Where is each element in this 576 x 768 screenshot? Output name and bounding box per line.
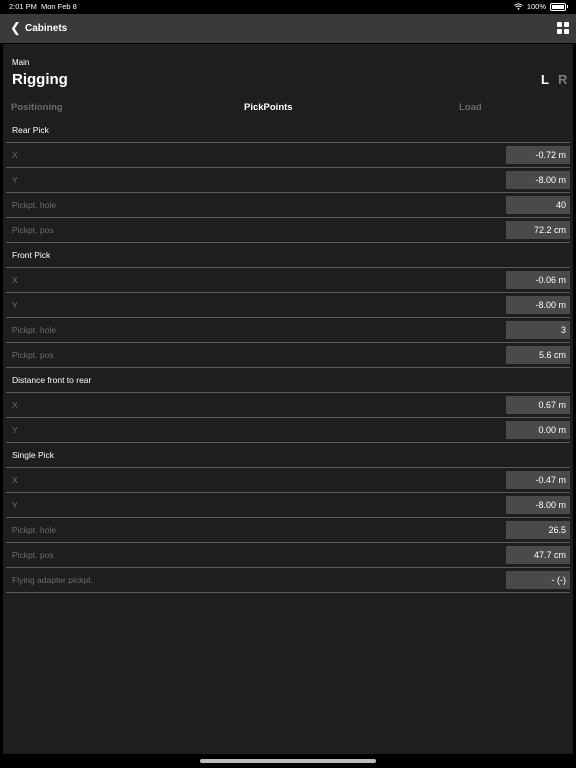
home-indicator <box>200 759 376 763</box>
row-label: Pickpt. hole <box>12 325 56 335</box>
tab-pickpoints[interactable]: PickPoints <box>244 102 293 113</box>
battery-percent: 100% <box>526 2 546 11</box>
status-date: Mon Feb 8 <box>41 2 77 11</box>
group-header-front-pick: Front Pick <box>6 243 570 268</box>
row-value[interactable]: 40 <box>506 196 570 214</box>
row-label: Y <box>12 500 18 510</box>
row-label: Flying adapter pickpt. <box>12 575 93 585</box>
tab-positioning[interactable]: Positioning <box>11 102 63 113</box>
group-header-rear-pick: Rear Pick <box>6 118 570 143</box>
pickpoints-list: Rear Pick X -0.72 m Y -8.00 m Pickpt. ho… <box>6 118 570 593</box>
row-label: Pickpt. pos <box>12 225 54 235</box>
row-label: X <box>12 400 18 410</box>
row-value[interactable]: -0.06 m <box>506 271 570 289</box>
status-time: 2:01 PM <box>9 2 37 11</box>
list-item: Pickpt. pos 5.6 cm <box>6 343 570 368</box>
row-value[interactable]: -0.47 m <box>506 471 570 489</box>
list-item: Pickpt. pos 47.7 cm <box>6 543 570 568</box>
list-item: Y -8.00 m <box>6 493 570 518</box>
list-item: Pickpt. pos 72.2 cm <box>6 218 570 243</box>
row-label: Pickpt. pos <box>12 350 54 360</box>
list-item: Y 0.00 m <box>6 418 570 443</box>
main-panel: Main Rigging L R Positioning PickPoints … <box>3 44 573 754</box>
row-label: Pickpt. hole <box>12 200 56 210</box>
list-item: X -0.72 m <box>6 143 570 168</box>
row-value[interactable]: 3 <box>506 321 570 339</box>
list-item: X 0.67 m <box>6 393 570 418</box>
battery-icon <box>550 2 566 11</box>
row-label: Y <box>12 425 18 435</box>
row-value[interactable]: 72.2 cm <box>506 221 570 239</box>
row-label: X <box>12 475 18 485</box>
list-item: Pickpt. hole 40 <box>6 193 570 218</box>
row-value[interactable]: -8.00 m <box>506 171 570 189</box>
list-item: X -0.47 m <box>6 468 570 493</box>
back-button-label[interactable]: Cabinets <box>25 23 67 34</box>
list-item: Y -8.00 m <box>6 293 570 318</box>
page-title: Rigging <box>12 71 68 88</box>
row-value[interactable]: -8.00 m <box>506 496 570 514</box>
row-value[interactable]: -0.72 m <box>506 146 570 164</box>
row-value[interactable]: 47.7 cm <box>506 546 570 564</box>
list-item: Flying adapter pickpt. - (-) <box>6 568 570 593</box>
grid-icon[interactable] <box>557 22 569 34</box>
row-label: Y <box>12 300 18 310</box>
battery-tip <box>567 5 568 8</box>
row-value[interactable]: 0.67 m <box>506 396 570 414</box>
row-label: Y <box>12 175 18 185</box>
group-header-single-pick: Single Pick <box>6 443 570 468</box>
wifi-icon <box>513 3 523 10</box>
row-label: X <box>12 275 18 285</box>
list-item: X -0.06 m <box>6 268 570 293</box>
status-bar: 2:01 PM Mon Feb 8 100% <box>0 0 576 14</box>
status-right: 100% <box>513 2 568 11</box>
list-item: Y -8.00 m <box>6 168 570 193</box>
section-label: Main <box>12 58 30 67</box>
tab-load[interactable]: Load <box>459 102 482 113</box>
row-value[interactable]: 26.5 <box>506 521 570 539</box>
chevron-left-icon[interactable]: ❮ <box>10 21 21 35</box>
list-item: Pickpt. hole 26.5 <box>6 518 570 543</box>
row-label: Pickpt. hole <box>12 525 56 535</box>
group-header-distance: Distance front to rear <box>6 368 570 393</box>
side-left-button[interactable]: L <box>541 72 549 87</box>
side-right-button[interactable]: R <box>558 72 567 87</box>
list-item: Pickpt. hole 3 <box>6 318 570 343</box>
row-label: Pickpt. pos <box>12 550 54 560</box>
nav-bar: ❮ Cabinets <box>0 14 576 43</box>
row-value[interactable]: -8.00 m <box>506 296 570 314</box>
row-value[interactable]: 5.6 cm <box>506 346 570 364</box>
row-label: X <box>12 150 18 160</box>
row-value[interactable]: 0.00 m <box>506 421 570 439</box>
row-value[interactable]: - (-) <box>506 571 570 589</box>
